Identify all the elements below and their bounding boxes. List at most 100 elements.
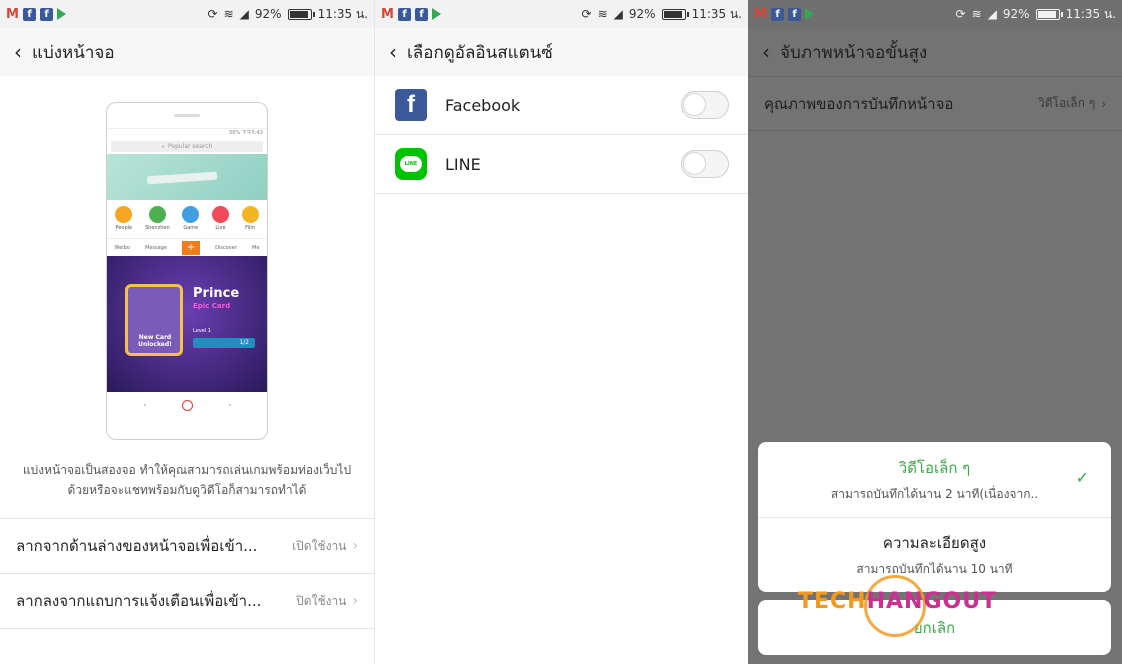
app-name: LINE [445, 154, 481, 174]
status-bar: M f f ⟳ ≋ ◢ 92% 11:35 น. [0, 0, 374, 28]
mockup-game-screen: New Card Unlocked! Prince Epic Card Leve… [107, 256, 267, 392]
chevron-right-icon: › [352, 593, 358, 609]
option-high-resolution[interactable]: ความละเอียดสูง สามารถบันทึกได้นาน 10 นาท… [758, 517, 1111, 592]
clock: 11:35 น. [691, 6, 742, 21]
nav-label: Message [145, 244, 167, 251]
option-subtitle: สามารถบันทึกได้นาน 10 นาที [856, 562, 1013, 576]
mockup-app: Game [182, 206, 200, 231]
system-icons: ⟳ ≋ ◢ 92% 11:35 น. [582, 5, 742, 24]
back-chevron-icon[interactable]: ‹ [14, 40, 22, 64]
setting-row-swipe-notification[interactable]: ลากลงจากแถบการแจ้งเตือนเพื่อเข้า... ปิดใ… [0, 574, 374, 629]
page-title: แบ่งหน้าจอ [32, 42, 115, 63]
facebook-notification-icon: f [415, 7, 428, 21]
mockup-app: Shenzhen [145, 206, 170, 231]
toggle-knob [683, 93, 706, 116]
play-store-icon [432, 8, 441, 20]
status-bar: M f f ⟳ ≋ ◢ 92% 11:35 น. [375, 0, 748, 28]
setting-value-text: ปิดใช้งาน [296, 593, 347, 608]
back-chevron-icon[interactable]: ‹ [389, 40, 397, 64]
option-subtitle: สามารถบันทึกได้นาน 2 นาที(เนื่องจาก.. [830, 486, 1039, 501]
setting-value: เปิดใช้งาน › [292, 537, 358, 556]
line-toggle[interactable] [681, 150, 729, 178]
game-level: Level 1 [193, 328, 211, 334]
toggle-knob [683, 152, 706, 175]
game-subtitle: Epic Card [193, 302, 231, 310]
play-store-icon [57, 8, 66, 20]
status-bar: M f f ⟳ ≋ ◢ 92% 11:35 น. [748, 0, 1122, 28]
battery-percent: 92% [1002, 7, 1030, 21]
app-icon [211, 206, 229, 223]
system-icons: ⟳ ≋ ◢ 92% 11:35 น. [208, 5, 368, 24]
phone-top [107, 103, 267, 129]
recording-quality-row[interactable]: คุณภาพของการบันทึกหน้าจอ วิดีโอเล็ก ๆ › [748, 76, 1122, 131]
mockup-search: ⌕ Popular search [111, 141, 263, 152]
system-icons: ⟳ ≋ ◢ 92% 11:35 น. [956, 5, 1116, 24]
signal-icon: ◢ [239, 7, 249, 21]
header: ‹ จับภาพหน้าจอขั้นสูง [748, 28, 1122, 76]
setting-label: ลากจากด้านล่างของหน้าจอเพื่อเข้า... [16, 537, 258, 555]
facebook-notification-icon: f [788, 7, 801, 21]
setting-value-text: เปิดใช้งาน [292, 538, 347, 553]
battery-icon [287, 8, 315, 20]
mockup-app: Film [241, 206, 259, 231]
battery-icon [661, 8, 689, 20]
option-title: ความละเอียดสูง [882, 534, 987, 552]
cancel-button[interactable]: ยกเลิก [758, 600, 1111, 655]
advanced-screenshot-panel: M f f ⟳ ≋ ◢ 92% 11:35 น. ‹ จับภาพหน้าจอข… [748, 0, 1122, 664]
nav-label: Me [252, 244, 260, 251]
home-button-icon [181, 399, 193, 411]
speaker [174, 114, 200, 117]
back-chevron-icon[interactable]: ‹ [762, 40, 770, 64]
app-icon [148, 206, 166, 223]
option-small-video[interactable]: วิดีโอเล็ก ๆ สามารถบันทึกได้นาน 2 นาที(เ… [758, 442, 1111, 517]
mockup-search-placeholder: Popular search [168, 143, 213, 150]
mockup-app-row: People Shenzhen Game Live Film [107, 200, 267, 233]
app-icon [241, 206, 259, 223]
wifi-icon: ≋ [597, 7, 608, 21]
dual-instance-panel: M f f ⟳ ≋ ◢ 92% 11:35 น. ‹ เลือกดูอัลอิน… [374, 0, 748, 664]
setting-row-swipe-bottom[interactable]: ลากจากด้านล่างของหน้าจอเพื่อเข้า... เปิด… [0, 519, 374, 574]
chevron-right-icon: › [1101, 96, 1106, 111]
quality-options-sheet: วิดีโอเล็ก ๆ สามารถบันทึกได้นาน 2 นาที(เ… [758, 442, 1111, 592]
facebook-notification-icon: f [771, 7, 784, 21]
game-title: Prince [193, 286, 240, 301]
app-row-line: LINE LINE [375, 135, 748, 194]
game-progress-bar: 1/2 [193, 338, 255, 348]
mockup-status: 56% 下午5:43 [229, 130, 263, 136]
signal-icon: ◢ [613, 7, 623, 21]
page-title: จับภาพหน้าจอขั้นสูง [780, 42, 928, 63]
settings-list: ลากจากด้านล่างของหน้าจอเพื่อเข้า... เปิด… [0, 518, 374, 629]
screenshot-collage: M f f ⟳ ≋ ◢ 92% 11:35 น. ‹ แบ่งหน้าจอ 56… [0, 0, 1122, 664]
notification-icons: M f f [754, 6, 814, 22]
app-label: Live [215, 225, 226, 231]
facebook-notification-icon: f [398, 7, 411, 21]
dot [228, 404, 231, 406]
app-icon [115, 206, 133, 223]
battery-icon [1035, 8, 1063, 20]
search-icon: ⌕ [161, 142, 166, 150]
app-label: Shenzhen [145, 225, 170, 231]
app-list: f Facebook LINE LINE [375, 76, 748, 194]
mockup-app: Live [211, 206, 229, 231]
gmail-icon: M [754, 6, 767, 22]
setting-value: วิดีโอเล็ก ๆ › [1038, 94, 1106, 113]
facebook-icon: f [395, 89, 427, 121]
mockup-nav: Weibo Message + Discover Me [107, 238, 267, 256]
app-label: Film [245, 225, 256, 231]
feature-description: แบ่งหน้าจอเป็นสองจอ ทำให้คุณสามารถเล่นเก… [22, 463, 352, 497]
app-label: Game [183, 225, 199, 231]
nav-label: Weibo [114, 244, 130, 251]
setting-value-text: วิดีโอเล็ก ๆ [1038, 96, 1096, 110]
app-row-facebook: f Facebook [375, 76, 748, 135]
app-label: People [115, 225, 133, 231]
facebook-toggle[interactable] [681, 91, 729, 119]
option-title: วิดีโอเล็ก ๆ [898, 458, 971, 477]
dot [143, 404, 146, 406]
mockup-app: People [115, 206, 133, 231]
setting-value: ปิดใช้งาน › [296, 592, 358, 611]
plus-icon: + [182, 240, 201, 255]
wifi-icon: ≋ [971, 7, 982, 21]
notification-icons: M f f [6, 7, 66, 22]
battery-percent: 92% [628, 7, 656, 21]
header: ‹ แบ่งหน้าจอ [0, 28, 374, 76]
